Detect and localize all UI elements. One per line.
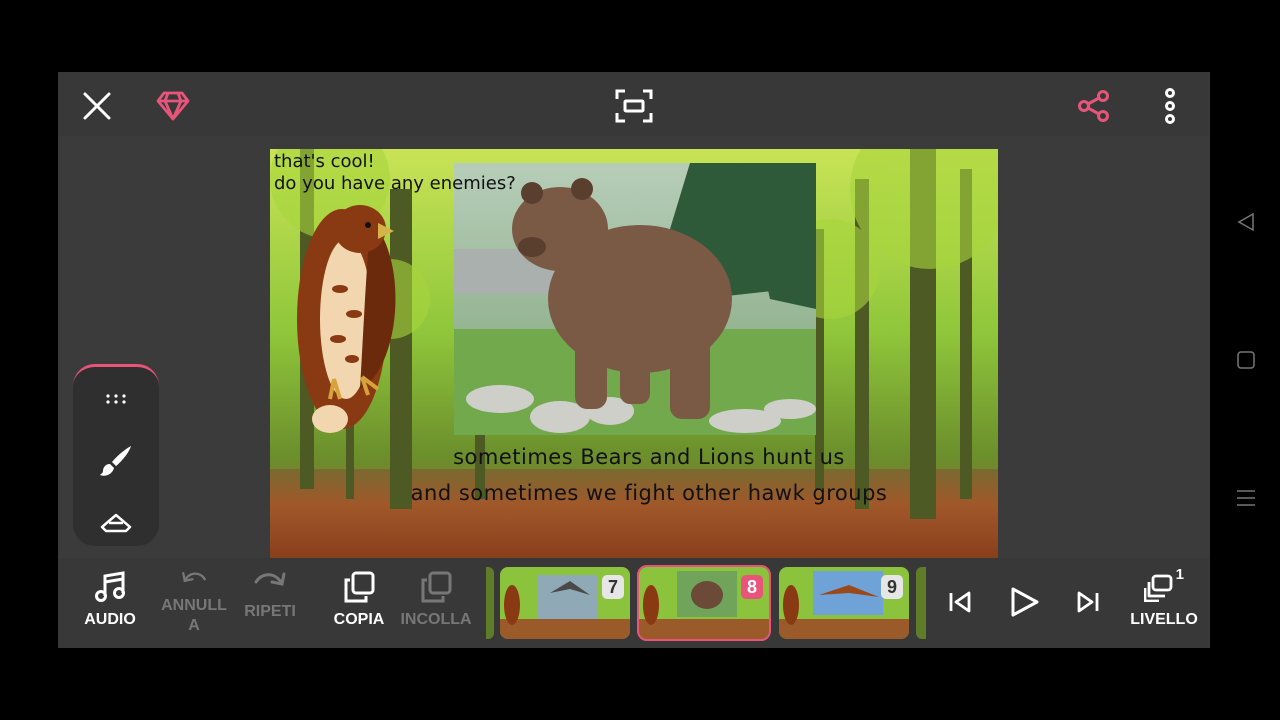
frame-number: 8	[741, 575, 763, 599]
drawing-canvas[interactable]: that's cool! do you have any enemies? so…	[270, 149, 998, 558]
redo-icon	[254, 572, 286, 586]
paste-icon	[421, 571, 452, 603]
undo-icon	[182, 571, 206, 583]
system-home-icon[interactable]	[1226, 340, 1266, 380]
frame-thumbnail[interactable]: 9	[777, 565, 911, 641]
share-icon	[1078, 90, 1109, 122]
undo-label: ANNULL A	[161, 597, 227, 634]
brush-tool-button[interactable]	[73, 439, 159, 483]
frame-strip: 7 8 9	[486, 558, 926, 648]
frame-number: 9	[881, 575, 903, 599]
more-vertical-icon	[1165, 88, 1175, 124]
undo-button[interactable]: ANNULL A	[154, 570, 234, 636]
play-button[interactable]	[1002, 580, 1046, 624]
top-toolbar	[58, 72, 1210, 136]
eraser-icon	[100, 513, 132, 533]
paste-label: INCOLLA	[400, 611, 472, 628]
layers-icon	[1143, 574, 1173, 603]
close-button[interactable]	[77, 86, 117, 126]
close-icon	[83, 92, 111, 120]
previous-frame-button[interactable]	[940, 582, 980, 622]
frame-number: 7	[602, 575, 624, 599]
layer-label: LIVELLO	[1130, 611, 1198, 628]
layer-count: 1	[1175, 566, 1184, 583]
music-note-icon	[95, 571, 125, 602]
copy-icon	[344, 571, 375, 603]
system-back-icon[interactable]	[1226, 202, 1266, 242]
share-button[interactable]	[1074, 86, 1114, 126]
flipaclip-editor: that's cool! do you have any enemies? so…	[58, 72, 1210, 648]
frame-thumbnail-selected[interactable]: 8	[637, 565, 771, 641]
next-frame-button[interactable]	[1068, 582, 1108, 622]
drawing-tool-panel	[73, 364, 159, 546]
grip-icon	[106, 394, 126, 404]
layer-button[interactable]: 1 LIVELLO	[1124, 566, 1204, 636]
paste-button[interactable]: INCOLLA	[396, 570, 476, 636]
frame-thumbnail[interactable]: 7	[498, 565, 632, 641]
layer-icon-wrap: 1	[1143, 566, 1184, 604]
caption-bottom: sometimes Bears and Lions hunt us and so…	[410, 445, 888, 505]
panel-grip-button[interactable]	[73, 377, 159, 421]
more-options-button[interactable]	[1150, 86, 1190, 126]
copy-label: COPIA	[333, 611, 385, 628]
caption-top: that's cool! do you have any enemies?	[274, 151, 516, 194]
frame-thumbnail-partial[interactable]	[916, 567, 926, 639]
skip-previous-icon	[949, 591, 971, 613]
redo-label: RIPETI	[244, 603, 296, 620]
brush-icon	[100, 446, 131, 476]
eraser-tool-button[interactable]	[73, 502, 159, 546]
play-icon	[1011, 587, 1039, 617]
skip-next-icon	[1077, 591, 1099, 613]
system-recents-icon[interactable]	[1226, 478, 1266, 518]
audio-button[interactable]: AUDIO	[70, 570, 150, 636]
frame-thumbnail-partial[interactable]	[486, 567, 494, 639]
fit-screen-icon	[615, 89, 653, 123]
fit-screen-button[interactable]	[614, 86, 654, 126]
audio-label: AUDIO	[84, 611, 136, 628]
premium-button[interactable]	[153, 86, 193, 126]
bottom-toolbar: AUDIO ANNULL A RIPETI COPIA INCOLLA 7 8 …	[58, 558, 1210, 648]
copy-button[interactable]: COPIA	[319, 570, 399, 636]
redo-button[interactable]: RIPETI	[230, 570, 310, 636]
diamond-icon	[156, 91, 190, 121]
